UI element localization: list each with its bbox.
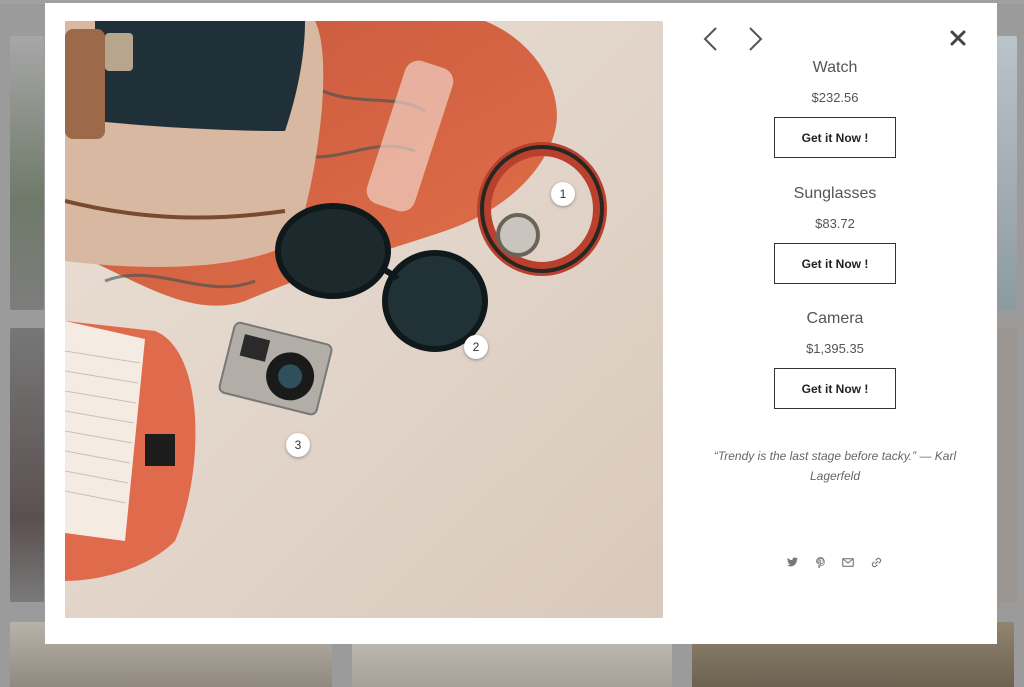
get-it-now-button[interactable]: Get it Now ! bbox=[774, 243, 896, 284]
get-it-now-button[interactable]: Get it Now ! bbox=[774, 368, 896, 409]
email-share-button[interactable] bbox=[841, 555, 855, 569]
gallery-tile bbox=[10, 328, 44, 602]
pinterest-icon bbox=[815, 556, 825, 568]
gallery-tile bbox=[997, 328, 1017, 602]
hotspot-watch[interactable]: 1 bbox=[551, 182, 575, 206]
product-name: Watch bbox=[812, 59, 858, 76]
hotspot-sunglasses[interactable]: 2 bbox=[464, 335, 488, 359]
lightbox-modal: 1 2 3 Watch $232.56 Get it Now ! Sunglas… bbox=[45, 3, 997, 644]
copy-link-button[interactable] bbox=[869, 555, 883, 569]
share-bar bbox=[785, 555, 883, 569]
product-item-sunglasses: Sunglasses $83.72 Get it Now ! bbox=[725, 185, 945, 284]
previous-button[interactable] bbox=[699, 25, 723, 53]
product-name: Camera bbox=[806, 310, 864, 327]
link-icon bbox=[871, 557, 881, 567]
pinterest-share-button[interactable] bbox=[813, 555, 827, 569]
product-item-watch: Watch $232.56 Get it Now ! bbox=[725, 59, 945, 158]
product-name: Sunglasses bbox=[793, 185, 877, 202]
product-photo-illustration bbox=[65, 21, 663, 618]
next-button[interactable] bbox=[743, 25, 767, 53]
chevron-left-icon bbox=[703, 27, 717, 51]
get-it-now-button[interactable]: Get it Now ! bbox=[774, 117, 896, 158]
product-price: $232.56 bbox=[811, 90, 859, 105]
product-price: $83.72 bbox=[815, 216, 855, 231]
product-price: $1,395.35 bbox=[806, 341, 864, 356]
quote-text: “Trendy is the last stage before tacky.”… bbox=[713, 449, 957, 483]
close-button[interactable] bbox=[947, 27, 969, 49]
email-icon bbox=[842, 557, 854, 567]
twitter-icon bbox=[786, 557, 798, 567]
product-photo: 1 2 3 bbox=[65, 21, 663, 618]
gallery-tile bbox=[997, 36, 1017, 310]
twitter-share-button[interactable] bbox=[785, 555, 799, 569]
close-icon bbox=[950, 30, 966, 46]
chevron-right-icon bbox=[749, 27, 763, 51]
gallery-tile bbox=[10, 36, 44, 310]
hotspot-camera[interactable]: 3 bbox=[286, 433, 310, 457]
product-item-camera: Camera $1,395.35 Get it Now ! bbox=[725, 310, 945, 409]
